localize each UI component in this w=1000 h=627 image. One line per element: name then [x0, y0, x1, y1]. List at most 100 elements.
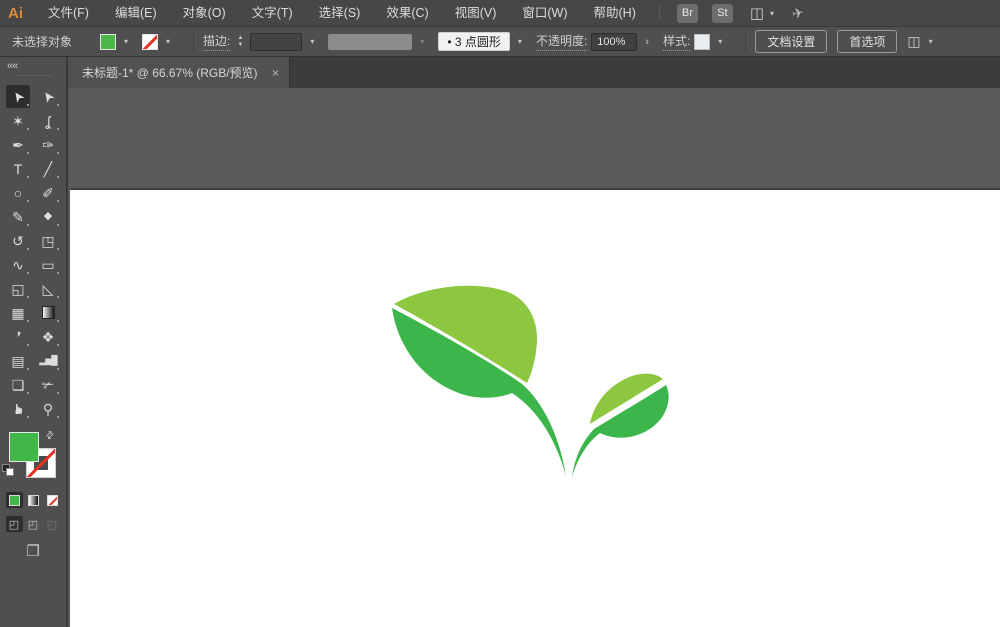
menu-object[interactable]: 对象(O) — [170, 0, 239, 26]
width-icon: ∿ — [12, 258, 24, 272]
draw-behind-icon: ◰ — [28, 518, 38, 531]
brush-definition-dropdown[interactable]: • 3 点圆形 — [438, 32, 510, 51]
select-similar-chevron-icon[interactable]: ▾ — [929, 37, 933, 46]
menu-window[interactable]: 窗口(W) — [509, 0, 580, 26]
hand-icon: ☛ — [11, 402, 25, 415]
fill-color-swatch[interactable] — [100, 34, 116, 50]
stepper-down-icon[interactable]: ▼ — [237, 42, 243, 48]
magic-wand-tool[interactable]: ✶ — [6, 109, 30, 132]
rotate-tool[interactable]: ↺ — [6, 229, 30, 252]
draw-behind-button[interactable]: ◰ — [25, 516, 42, 532]
line-segment-tool[interactable]: ╱ — [36, 157, 60, 180]
menu-edit[interactable]: 编辑(E) — [102, 0, 170, 26]
menu-effect[interactable]: 效果(C) — [373, 0, 441, 26]
gradient-swatch-icon — [28, 495, 39, 506]
select-similar-icon[interactable]: ◫ — [907, 33, 920, 50]
perspective-grid-tool[interactable]: ◺ — [36, 277, 60, 300]
document-setup-button[interactable]: 文档设置 — [755, 30, 827, 53]
preferences-button[interactable]: 首选项 — [837, 30, 897, 53]
opacity-arrow-icon[interactable]: › — [641, 36, 653, 48]
mesh-tool[interactable]: ▦ — [6, 301, 30, 324]
type-tool[interactable]: T — [6, 157, 30, 180]
brush-chevron-icon[interactable]: ▾ — [518, 37, 522, 46]
menu-select[interactable]: 选择(S) — [306, 0, 374, 26]
tab-close-icon[interactable]: × — [272, 66, 279, 80]
stroke-chevron-icon[interactable]: ▾ — [166, 37, 170, 46]
column-graph-tool[interactable]: ▂▅█ — [36, 349, 60, 372]
symbol-sprayer-tool[interactable]: ▤ — [6, 349, 30, 372]
document-tab[interactable]: 未标题-1* @ 66.67% (RGB/预览) × — [68, 57, 290, 88]
slice-tool[interactable]: ✃ — [36, 373, 60, 396]
gpu-performance-icon[interactable]: ✈ — [790, 3, 805, 22]
fill-stroke-cluster: ⇄ — [0, 432, 66, 484]
selection-tool[interactable]: ➤ — [6, 85, 30, 108]
zoom-tool[interactable]: ⚲ — [36, 397, 60, 420]
free-transform-tool[interactable]: ▭ — [36, 253, 60, 276]
ellipse-tool[interactable]: ○ — [6, 181, 30, 204]
swap-fill-stroke-icon[interactable]: ⇄ — [43, 429, 57, 443]
panel-collapse-button[interactable]: «« — [0, 57, 66, 73]
none-button[interactable] — [44, 492, 61, 508]
draw-inside-button[interactable]: ◰ — [44, 516, 61, 532]
leaf-logo-artwork[interactable] — [370, 280, 690, 490]
hand-tool[interactable]: ☛ — [6, 397, 30, 420]
stock-button[interactable]: St — [712, 4, 733, 23]
eyedropper-tool[interactable]: ❜ — [6, 325, 30, 348]
shape-builder-tool[interactable]: ◱ — [6, 277, 30, 300]
menu-view[interactable]: 视图(V) — [442, 0, 510, 26]
fill-indicator[interactable] — [9, 432, 39, 462]
opacity-label[interactable]: 不透明度: — [536, 32, 587, 51]
column-graph-icon: ▂▅█ — [39, 356, 56, 365]
style-swatch[interactable] — [694, 34, 710, 50]
gradient-button[interactable] — [25, 492, 42, 508]
width-tool[interactable]: ∿ — [6, 253, 30, 276]
stroke-weight-field[interactable] — [250, 33, 302, 51]
document-tab-title: 未标题-1* @ 66.67% (RGB/预览) — [82, 64, 262, 81]
symbol-sprayer-icon: ▤ — [11, 354, 24, 368]
stroke-color-swatch[interactable] — [142, 34, 158, 50]
draw-normal-icon: ◰ — [9, 518, 19, 531]
pen-tool[interactable]: ✒ — [6, 133, 30, 156]
control-separator — [193, 32, 194, 52]
draw-normal-button[interactable]: ◰ — [6, 516, 23, 532]
workspace-chevron-icon[interactable]: ▾ — [770, 9, 774, 18]
direct-selection-tool[interactable]: ➤ — [36, 85, 60, 108]
color-button[interactable] — [6, 492, 23, 508]
blend-tool[interactable]: ❖ — [36, 325, 60, 348]
scale-tool[interactable]: ◳ — [36, 229, 60, 252]
menu-file[interactable]: 文件(F) — [35, 0, 102, 26]
app-logo: Ai — [0, 5, 35, 22]
gradient-icon — [42, 306, 55, 319]
pasteboard — [68, 88, 1000, 627]
control-separator — [745, 32, 746, 52]
gradient-tool[interactable] — [36, 301, 60, 324]
style-chevron-icon[interactable]: ▾ — [718, 37, 722, 46]
stepper-up-icon[interactable]: ▲ — [237, 35, 243, 41]
fill-chevron-icon[interactable]: ▾ — [124, 37, 128, 46]
stroke-weight-label[interactable]: 描边: — [203, 32, 230, 51]
stroke-weight-stepper[interactable]: ▲ ▼ — [234, 35, 246, 48]
curvature-tool[interactable]: ✑ — [36, 133, 60, 156]
eraser-tool[interactable]: ◆ — [36, 205, 60, 228]
screen-mode-icon[interactable]: ❐ — [26, 542, 39, 560]
paintbrush-tool[interactable]: ✐ — [36, 181, 60, 204]
mesh-icon: ▦ — [11, 306, 24, 320]
selection-status: 未选择对象 — [12, 33, 72, 50]
default-fill-stroke-icon[interactable] — [2, 464, 14, 476]
bridge-button[interactable]: Br — [677, 4, 698, 23]
panel-grip[interactable] — [14, 75, 52, 81]
artboard-tool[interactable]: ❏ — [6, 373, 30, 396]
menu-type[interactable]: 文字(T) — [239, 0, 306, 26]
workspace-switcher-icon[interactable]: ◫ — [750, 4, 764, 22]
opacity-field[interactable]: 100% — [591, 33, 637, 51]
style-label[interactable]: 样式: — [663, 32, 690, 51]
menu-help[interactable]: 帮助(H) — [581, 0, 649, 26]
pencil-tool[interactable]: ✎ — [6, 205, 30, 228]
artboard-icon: ❏ — [12, 378, 25, 392]
line-icon: ╱ — [44, 162, 52, 176]
stroke-weight-chevron-icon[interactable]: ▾ — [310, 37, 314, 46]
menu-separator — [659, 5, 660, 21]
lasso-tool[interactable]: ʆ — [36, 109, 60, 132]
width-profile-preview[interactable] — [328, 34, 412, 50]
free-transform-icon: ▭ — [41, 258, 54, 272]
